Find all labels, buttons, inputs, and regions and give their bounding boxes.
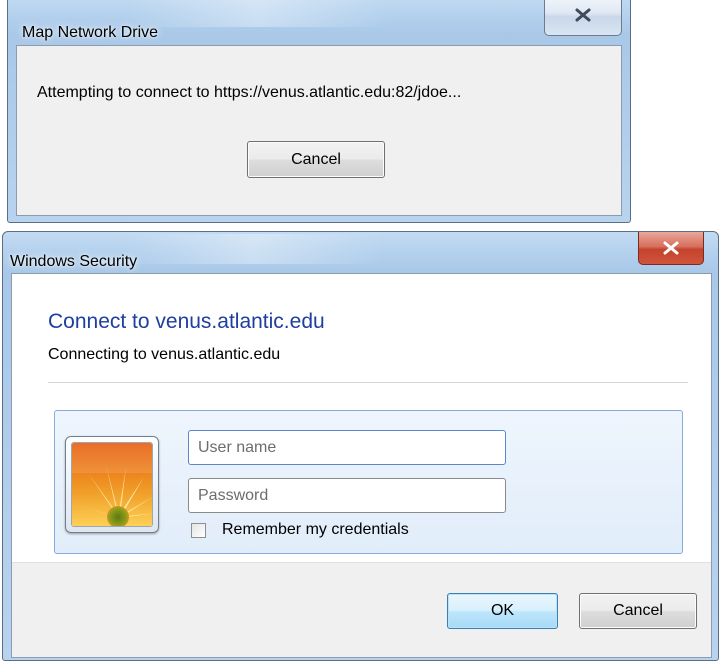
- dialog-body: Attempting to connect to https://venus.a…: [16, 45, 622, 216]
- remember-credentials-checkbox[interactable]: [191, 523, 206, 538]
- avatar: [65, 436, 159, 533]
- password-field[interactable]: [188, 478, 506, 513]
- close-icon: [575, 8, 591, 22]
- connection-message: Attempting to connect to https://venus.a…: [37, 84, 462, 101]
- dialog-subheading: Connecting to venus.atlantic.edu: [48, 346, 281, 363]
- ok-button[interactable]: OK: [447, 593, 558, 629]
- close-icon: [663, 241, 679, 255]
- close-button[interactable]: [544, 0, 622, 36]
- windows-security-window: Windows Security Connect to venus.atlant…: [2, 231, 719, 661]
- divider: [48, 382, 688, 383]
- close-button[interactable]: [638, 232, 704, 265]
- map-network-drive-window: Map Network Drive Attempting to connect …: [7, 0, 631, 223]
- username-field[interactable]: [188, 430, 506, 465]
- credential-tile: Remember my credentials: [54, 410, 683, 554]
- user-avatar-flower-icon: [72, 443, 152, 526]
- remember-credentials-label[interactable]: Remember my credentials: [222, 521, 409, 539]
- dialog-heading: Connect to venus.atlantic.edu: [48, 310, 325, 333]
- window-title: Map Network Drive: [22, 24, 159, 41]
- cancel-button[interactable]: Cancel: [247, 141, 385, 178]
- cancel-button[interactable]: Cancel: [579, 593, 697, 629]
- button-bar: OK Cancel: [12, 562, 711, 657]
- window-title: Windows Security: [10, 253, 138, 270]
- dialog-body: Connect to venus.atlantic.edu Connecting…: [11, 273, 712, 658]
